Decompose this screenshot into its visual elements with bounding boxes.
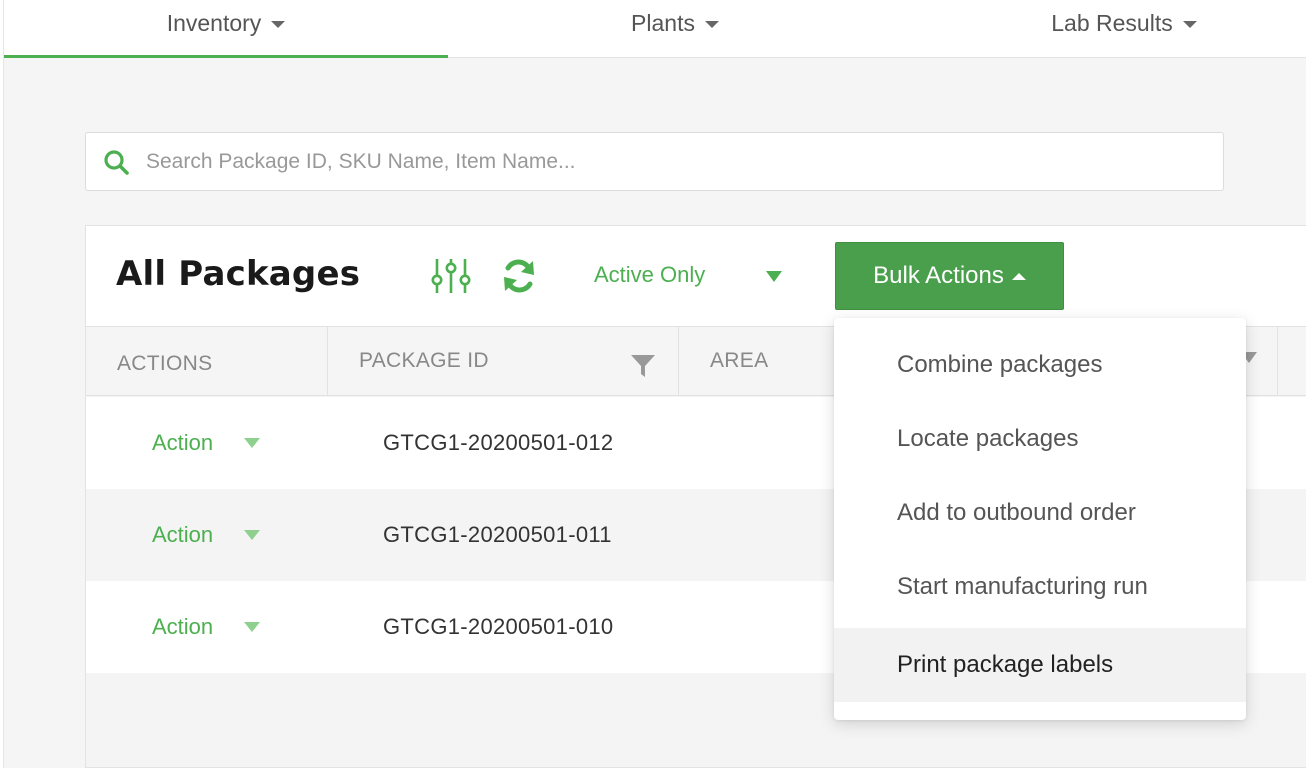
column-header-actions: ACTIONS <box>86 327 328 396</box>
row-action-select[interactable]: Action <box>152 522 213 548</box>
chevron-down-icon[interactable] <box>244 438 260 448</box>
panel-header: All Packages Active Only Bulk Actions <box>86 226 1306 327</box>
menu-item-start-manufacturing-run[interactable]: Start manufacturing run <box>834 550 1246 624</box>
column-divider <box>1277 326 1278 395</box>
status-filter-select[interactable]: Active Only <box>594 262 705 288</box>
bulk-actions-menu: Combine packages Locate packages Add to … <box>834 318 1246 720</box>
package-id-cell: GTCG1-20200501-010 <box>383 614 614 639</box>
menu-item-print-package-labels[interactable]: Print package labels <box>834 628 1246 702</box>
left-edge <box>0 0 4 768</box>
nav-tab-label: Lab Results <box>1051 10 1173 36</box>
filter-icon[interactable] <box>630 353 656 385</box>
menu-item-add-to-outbound-order[interactable]: Add to outbound order <box>834 476 1246 550</box>
sliders-icon[interactable] <box>430 256 472 301</box>
chevron-down-icon <box>704 21 719 28</box>
chevron-down-icon[interactable] <box>244 622 260 632</box>
nav-tab-plants[interactable]: Plants <box>453 0 897 58</box>
chevron-down-icon <box>1182 21 1197 28</box>
column-header-package-id[interactable]: PACKAGE ID <box>328 327 679 396</box>
column-label: ACTIONS <box>117 351 213 375</box>
menu-item-combine-packages[interactable]: Combine packages <box>834 328 1246 402</box>
page-title: All Packages <box>116 254 361 294</box>
refresh-icon[interactable] <box>500 258 538 299</box>
chevron-down-icon[interactable] <box>244 530 260 540</box>
nav-tab-lab-results[interactable]: Lab Results <box>902 0 1306 58</box>
bulk-actions-button[interactable]: Bulk Actions <box>835 242 1064 310</box>
nav-tab-inventory[interactable]: Inventory <box>4 0 448 58</box>
chevron-down-icon <box>271 21 286 28</box>
chevron-down-icon[interactable] <box>766 271 782 282</box>
nav-tab-label: Plants <box>631 10 695 36</box>
row-action-select[interactable]: Action <box>152 614 213 640</box>
column-label: PACKAGE ID <box>359 348 489 372</box>
package-id-cell: GTCG1-20200501-011 <box>383 522 612 547</box>
bulk-actions-label: Bulk Actions <box>873 262 1004 289</box>
row-action-select[interactable]: Action <box>152 430 213 456</box>
menu-item-locate-packages[interactable]: Locate packages <box>834 402 1246 476</box>
column-label: AREA <box>710 348 769 372</box>
search-bar <box>85 132 1224 191</box>
chevron-up-icon <box>1011 272 1026 280</box>
nav-tab-label: Inventory <box>166 10 262 36</box>
search-icon <box>86 148 146 176</box>
package-id-cell: GTCG1-20200501-012 <box>383 430 614 455</box>
top-nav: Inventory Plants Lab Results <box>4 0 1306 58</box>
search-input[interactable] <box>146 149 1186 174</box>
